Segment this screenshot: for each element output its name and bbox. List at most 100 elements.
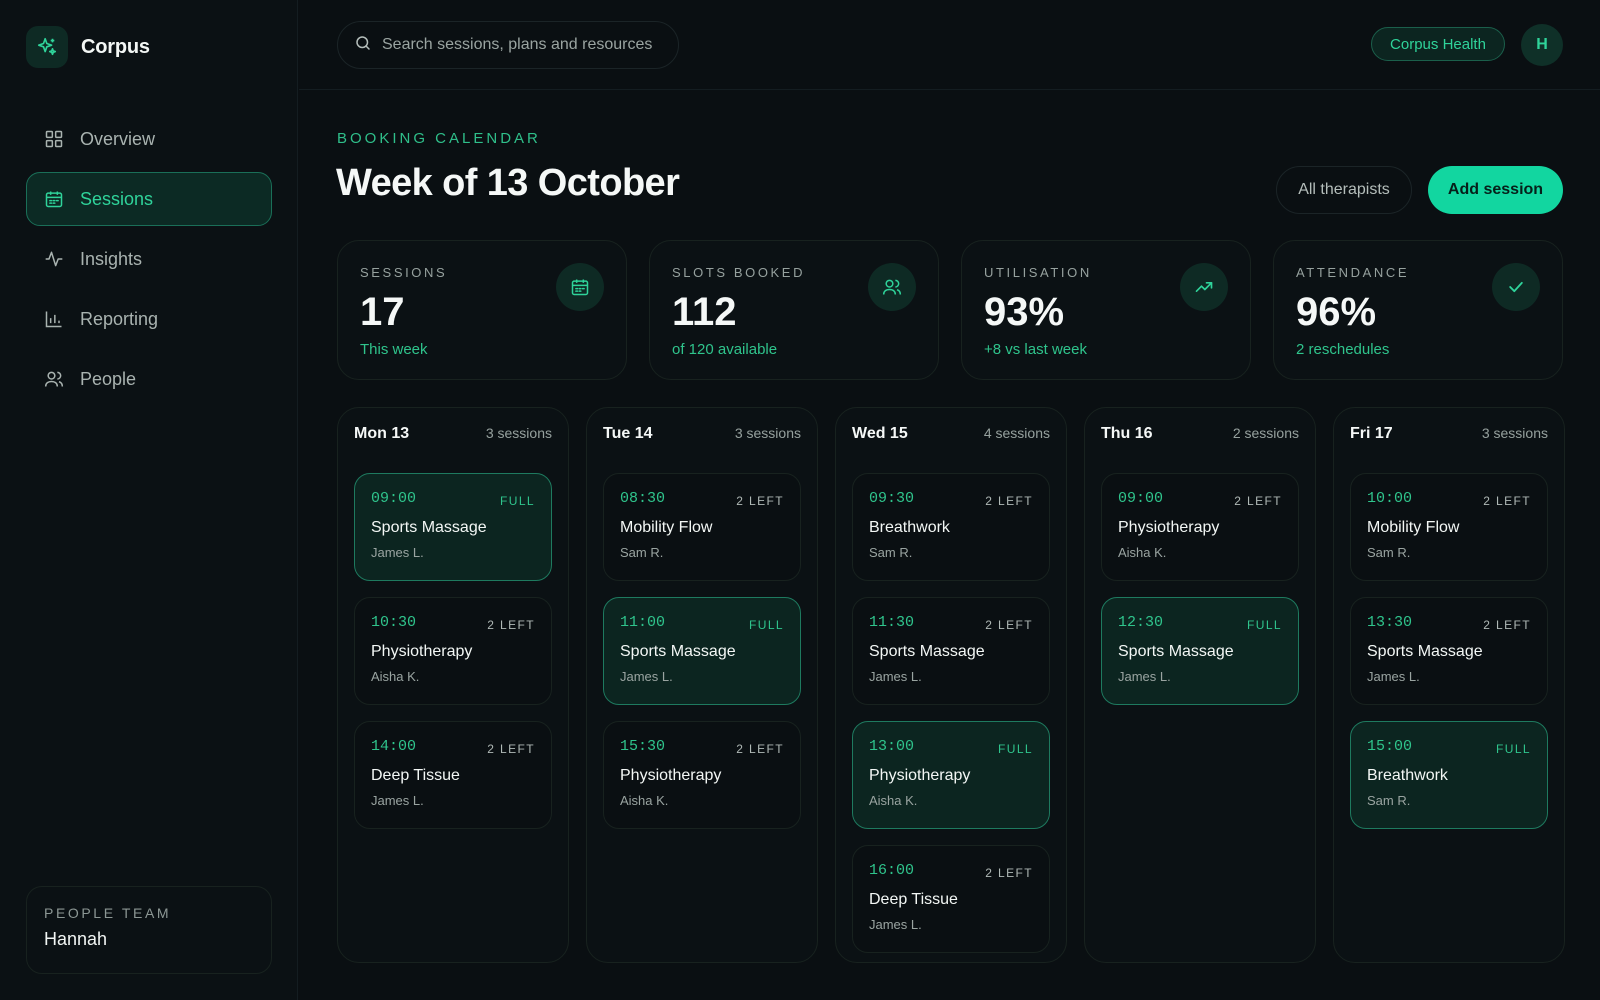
slot-title: Breathwork (869, 519, 950, 536)
section-eyebrow: BOOKING CALENDAR (337, 130, 541, 147)
day-column: Fri 17 3 sessions 10:00 2 LEFT Mobility … (1333, 407, 1565, 963)
users-icon (868, 263, 916, 311)
sidebar-item-insights[interactable]: Insights (26, 232, 272, 286)
session-slot[interactable]: 16:00 2 LEFT Deep Tissue James L. (852, 845, 1050, 953)
sidebar-item-label: People (80, 368, 137, 389)
session-slot[interactable]: 11:00 FULL Sports Massage James L. (603, 597, 801, 705)
bar-chart-icon (43, 308, 65, 330)
day-session-count: 3 sessions (734, 425, 801, 441)
session-slot[interactable]: 08:30 2 LEFT Mobility Flow Sam R. (603, 473, 801, 581)
slot-title: Deep Tissue (371, 767, 460, 784)
sidebar-item-label: Reporting (80, 308, 159, 329)
slot-therapist: Aisha K. (620, 793, 669, 808)
grid-icon (43, 128, 65, 150)
therapist-filter-button[interactable]: All therapists (1276, 166, 1412, 214)
stat-sub: +8 vs last week (984, 341, 1087, 358)
day-session-count: 2 sessions (1232, 425, 1299, 441)
slot-title: Sports Massage (1118, 643, 1234, 660)
sidebar-item-overview[interactable]: Overview (26, 112, 272, 166)
stats-row: SESSIONS 17 This week SLOTS BOOKED 112 o… (337, 240, 1563, 380)
slot-title: Deep Tissue (869, 891, 958, 908)
session-slot[interactable]: 13:30 2 LEFT Sports Massage James L. (1350, 597, 1548, 705)
team-card[interactable]: PEOPLE TEAM Hannah (26, 886, 272, 974)
sidebar-item-label: Overview (80, 128, 156, 149)
avatar[interactable]: H (1521, 24, 1563, 66)
users-icon (43, 368, 65, 390)
day-name: Fri 17 (1350, 425, 1393, 442)
session-slot[interactable]: 09:00 2 LEFT Physiotherapy Aisha K. (1101, 473, 1299, 581)
day-name: Wed 15 (852, 425, 908, 442)
sidebar-item-people[interactable]: People (26, 352, 272, 406)
sidebar-item-sessions[interactable]: Sessions (26, 172, 272, 226)
topbar: Corpus Health H (299, 0, 1600, 90)
session-slot[interactable]: 11:30 2 LEFT Sports Massage James L. (852, 597, 1050, 705)
slot-therapist: Sam R. (869, 545, 913, 560)
slot-title: Physiotherapy (1118, 519, 1220, 536)
stat-card-slots-booked: SLOTS BOOKED 112 of 120 available (649, 240, 939, 380)
brand[interactable]: Corpus (26, 26, 150, 68)
calendar-icon (556, 263, 604, 311)
org-badge[interactable]: Corpus Health (1371, 27, 1505, 61)
slot-status: 2 LEFT (1483, 618, 1531, 632)
slot-status: 2 LEFT (1234, 494, 1282, 508)
session-slot[interactable]: 09:30 2 LEFT Breathwork Sam R. (852, 473, 1050, 581)
slot-title: Mobility Flow (1367, 519, 1460, 536)
slot-status: 2 LEFT (985, 618, 1033, 632)
session-slot[interactable]: 10:30 2 LEFT Physiotherapy Aisha K. (354, 597, 552, 705)
session-slot[interactable]: 09:00 FULL Sports Massage James L. (354, 473, 552, 581)
slot-therapist: Sam R. (1367, 793, 1411, 808)
sidebar-nav: Overview Sessions Insights Reporting Peo… (26, 112, 272, 412)
calendar-icon (43, 188, 65, 210)
session-slot[interactable]: 14:00 2 LEFT Deep Tissue James L. (354, 721, 552, 829)
session-slot[interactable]: 12:30 FULL Sports Massage James L. (1101, 597, 1299, 705)
session-slot[interactable]: 10:00 2 LEFT Mobility Flow Sam R. (1350, 473, 1548, 581)
slot-status: FULL (998, 742, 1033, 756)
session-slot[interactable]: 15:30 2 LEFT Physiotherapy Aisha K. (603, 721, 801, 829)
slot-status: 2 LEFT (985, 866, 1033, 880)
search-box[interactable] (337, 21, 679, 69)
search-input[interactable] (382, 36, 672, 54)
page-title: Week of 13 October (336, 162, 680, 204)
sidebar-item-reporting[interactable]: Reporting (26, 292, 272, 346)
slot-status: FULL (749, 618, 784, 632)
slot-status: 2 LEFT (736, 494, 784, 508)
slot-status: FULL (1496, 742, 1531, 756)
slot-status: 2 LEFT (736, 742, 784, 756)
slot-therapist: James L. (869, 917, 922, 932)
sparkles-icon (26, 26, 68, 68)
stat-card-utilisation: UTILISATION 93% +8 vs last week (961, 240, 1251, 380)
slot-title: Sports Massage (1367, 643, 1483, 660)
slot-title: Mobility Flow (620, 519, 713, 536)
day-column: Tue 14 3 sessions 08:30 2 LEFT Mobility … (586, 407, 818, 963)
session-slot[interactable]: 15:00 FULL Breathwork Sam R. (1350, 721, 1548, 829)
day-column: Thu 16 2 sessions 09:00 2 LEFT Physiothe… (1084, 407, 1316, 963)
session-slot[interactable]: 13:00 FULL Physiotherapy Aisha K. (852, 721, 1050, 829)
stat-card-sessions: SESSIONS 17 This week (337, 240, 627, 380)
slot-therapist: James L. (1367, 669, 1420, 684)
day-name: Thu 16 (1101, 425, 1153, 442)
slot-title: Breathwork (1367, 767, 1448, 784)
sidebar-item-label: Sessions (80, 188, 154, 209)
day-header: Fri 17 3 sessions (1350, 425, 1548, 463)
add-session-button[interactable]: Add session (1428, 166, 1563, 214)
activity-icon (43, 248, 65, 270)
slot-status: 2 LEFT (985, 494, 1033, 508)
app-name: Corpus (81, 35, 150, 58)
day-header: Thu 16 2 sessions (1101, 425, 1299, 463)
slot-therapist: James L. (1118, 669, 1171, 684)
slot-therapist: Aisha K. (869, 793, 918, 808)
stat-sub: 2 reschedules (1296, 341, 1390, 358)
day-name: Tue 14 (603, 425, 653, 442)
day-header: Wed 15 4 sessions (852, 425, 1050, 463)
day-header: Tue 14 3 sessions (603, 425, 801, 463)
team-label: PEOPLE TEAM (44, 905, 172, 921)
slot-therapist: Aisha K. (371, 669, 420, 684)
slot-title: Physiotherapy (869, 767, 971, 784)
team-user-name: Hannah (44, 929, 108, 949)
day-name: Mon 13 (354, 425, 410, 442)
search-icon (354, 34, 372, 57)
day-session-count: 4 sessions (983, 425, 1050, 441)
day-column: Wed 15 4 sessions 09:30 2 LEFT Breathwor… (835, 407, 1067, 963)
slot-status: 2 LEFT (487, 618, 535, 632)
slot-title: Physiotherapy (620, 767, 722, 784)
